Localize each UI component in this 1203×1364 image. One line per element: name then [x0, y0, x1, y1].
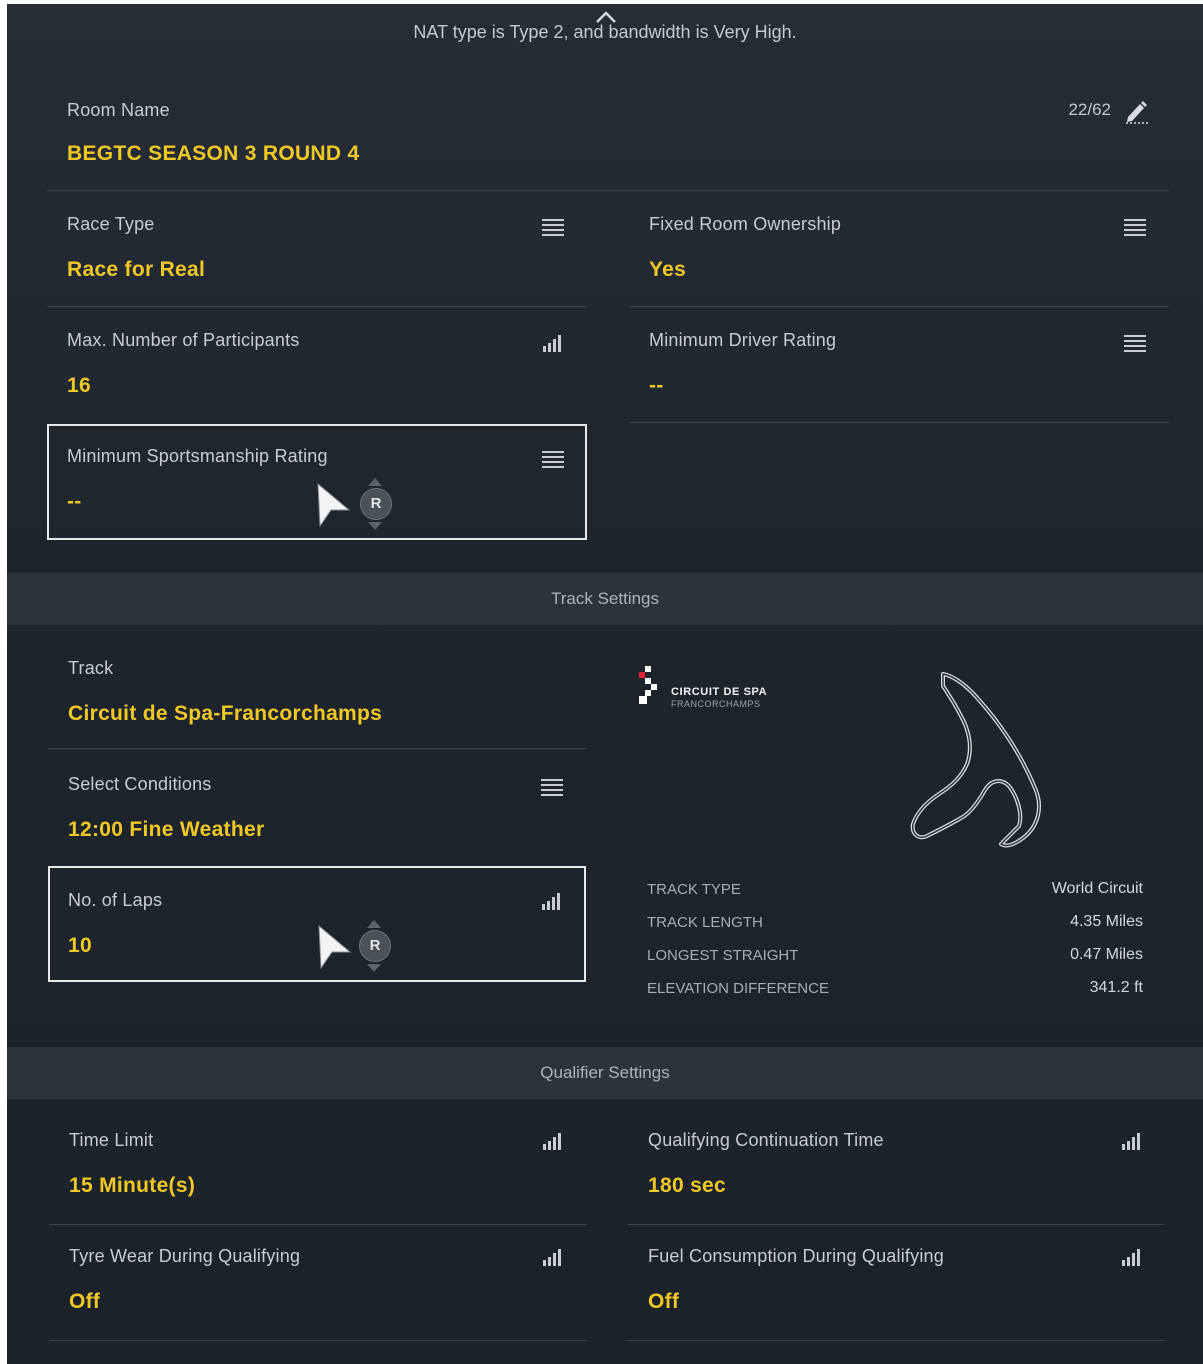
qualifier-settings-title: Qualifier Settings — [540, 1063, 670, 1082]
no-of-laps-setting[interactable]: No. of Laps 10 R — [48, 866, 586, 982]
qualifier-settings-header: Qualifier Settings — [7, 1047, 1203, 1099]
spec-key-track-length: TRACK LENGTH — [647, 914, 763, 931]
signal-bars-icon — [1122, 1133, 1140, 1150]
spec-value-elevation-difference: 341.2 ft — [1089, 979, 1143, 996]
triangle-down-icon — [368, 522, 382, 530]
room-name-label: Room Name — [67, 100, 170, 120]
cursor-arrow-icon — [318, 924, 352, 970]
continuation-time-value: 180 sec — [648, 1174, 727, 1197]
lobby-settings-screen: NAT type is Type 2, and bandwidth is Ver… — [7, 4, 1203, 1364]
track-value: Circuit de Spa-Francorchamps — [68, 702, 383, 725]
race-type-value: Race for Real — [67, 258, 206, 281]
track-map-icon — [910, 672, 1041, 848]
tyre-wear-label: Tyre Wear During Qualifying — [69, 1246, 301, 1266]
time-limit-value: 15 Minute(s) — [69, 1174, 196, 1197]
pencil-edit-icon[interactable] — [1123, 98, 1149, 124]
list-menu-icon — [541, 779, 563, 796]
race-type-label: Race Type — [67, 214, 155, 234]
checker-flag-icon — [639, 666, 657, 704]
signal-bars-icon — [543, 1249, 561, 1266]
list-menu-icon — [1124, 335, 1146, 352]
fixed-ownership-value: Yes — [649, 258, 687, 281]
select-conditions-setting[interactable]: Select Conditions 12:00 Fine Weather — [48, 752, 586, 864]
logo-line1: CIRCUIT DE SPA — [671, 686, 768, 698]
track-label: Track — [68, 658, 114, 678]
spec-value-longest-straight: 0.47 Miles — [1070, 946, 1143, 963]
room-name-value: BEGTC SEASON 3 ROUND 4 — [67, 142, 360, 165]
track-settings-header: Track Settings — [7, 573, 1203, 625]
laps-value: 10 — [68, 934, 92, 957]
spec-key-elevation-difference: ELEVATION DIFFERENCE — [647, 980, 829, 997]
fixed-room-ownership-setting[interactable]: Fixed Room Ownership Yes — [629, 194, 1169, 306]
signal-bars-icon — [1122, 1249, 1140, 1266]
spec-value-track-type: World Circuit — [1051, 880, 1143, 897]
min-sportsmanship-label: Minimum Sportsmanship Rating — [67, 446, 328, 466]
tyre-wear-value: Off — [69, 1290, 101, 1313]
race-type-setting[interactable]: Race Type Race for Real — [47, 194, 587, 306]
fuel-consumption-value: Off — [648, 1290, 680, 1313]
triangle-up-icon — [367, 920, 381, 928]
triangle-down-icon — [367, 964, 381, 972]
continuation-time-label: Qualifying Continuation Time — [648, 1130, 884, 1150]
track-specs: TRACK TYPE World Circuit TRACK LENGTH 4.… — [647, 878, 1143, 1010]
time-limit-setting[interactable]: Time Limit 15 Minute(s) — [49, 1110, 587, 1224]
qualifying-continuation-time-setting[interactable]: Qualifying Continuation Time 180 sec — [628, 1110, 1164, 1224]
min-driver-rating-setting[interactable]: Minimum Driver Rating -- — [629, 310, 1169, 422]
min-sportsmanship-setting[interactable]: Minimum Sportsmanship Rating -- R — [47, 424, 587, 540]
list-menu-icon — [542, 451, 564, 468]
nat-status-text: NAT type is Type 2, and bandwidth is Ver… — [413, 22, 797, 42]
track-setting[interactable]: Track Circuit de Spa-Francorchamps — [48, 634, 586, 748]
conditions-label: Select Conditions — [68, 774, 212, 794]
logo-line2: FRANCORCHAMPS — [671, 699, 761, 709]
room-name-char-counter: 22/62 — [1068, 100, 1111, 119]
max-participants-setting[interactable]: Max. Number of Participants 16 — [47, 310, 587, 422]
spec-key-longest-straight: LONGEST STRAIGHT — [647, 947, 799, 964]
fuel-consumption-setting[interactable]: Fuel Consumption During Qualifying Off — [628, 1226, 1164, 1340]
room-name-field[interactable]: Room Name BEGTC SEASON 3 ROUND 4 22/62 — [47, 92, 1169, 190]
min-driver-rating-value: -- — [649, 374, 664, 397]
min-sportsmanship-value: -- — [67, 490, 82, 513]
max-participants-value: 16 — [67, 374, 91, 397]
signal-bars-icon — [543, 1133, 561, 1150]
laps-label: No. of Laps — [68, 890, 163, 910]
time-limit-label: Time Limit — [69, 1130, 154, 1150]
r-button-badge: R — [359, 930, 391, 962]
circuit-logo: CIRCUIT DE SPA FRANCORCHAMPS — [639, 666, 799, 710]
fuel-consumption-label: Fuel Consumption During Qualifying — [648, 1246, 944, 1266]
r-stick-hint: R — [359, 478, 392, 534]
track-settings-title: Track Settings — [550, 589, 660, 608]
spec-value-track-length: 4.35 Miles — [1070, 913, 1143, 930]
r-stick-hint: R — [358, 920, 391, 976]
list-menu-icon — [542, 219, 564, 236]
max-participants-label: Max. Number of Participants — [67, 330, 300, 350]
list-menu-icon — [1124, 219, 1146, 236]
r-button-badge: R — [360, 488, 392, 520]
spec-key-track-type: TRACK TYPE — [647, 881, 741, 898]
conditions-value: 12:00 Fine Weather — [68, 818, 265, 841]
tyre-wear-setting[interactable]: Tyre Wear During Qualifying Off — [49, 1226, 587, 1340]
signal-bars-icon — [542, 893, 560, 910]
triangle-up-icon — [368, 478, 382, 486]
signal-bars-icon — [543, 335, 561, 352]
min-driver-rating-label: Minimum Driver Rating — [649, 330, 837, 350]
fixed-ownership-label: Fixed Room Ownership — [649, 214, 842, 234]
cursor-arrow-icon — [317, 482, 351, 528]
